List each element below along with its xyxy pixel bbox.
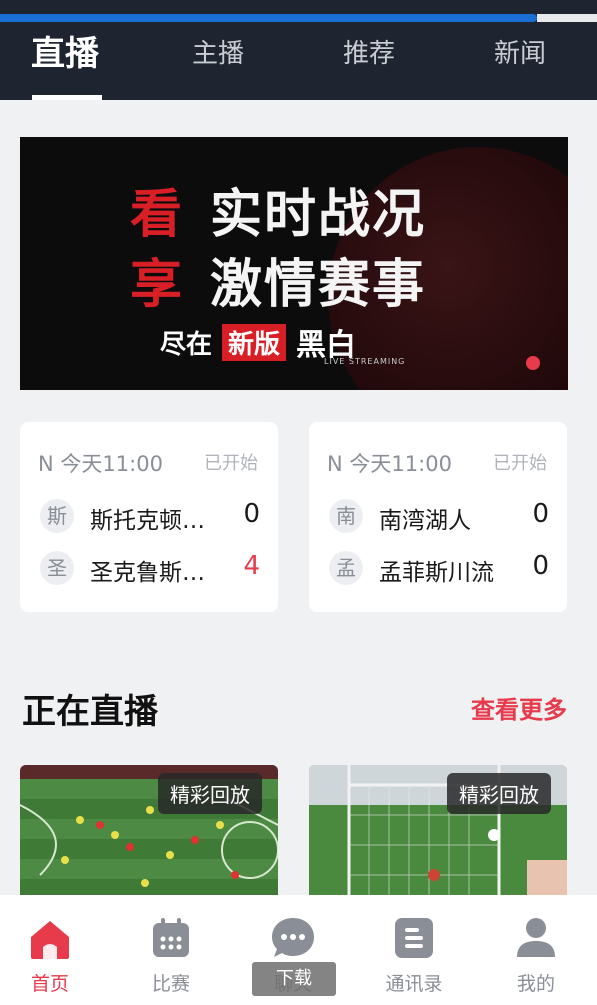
live-stream-card[interactable]: 精彩回放 — [20, 765, 278, 895]
team-name: 圣克鲁斯… — [90, 560, 205, 586]
team-score: 0 — [532, 551, 549, 581]
tab-active-indicator — [32, 95, 102, 100]
match-header: N 今天11:00 — [38, 448, 163, 478]
download-button[interactable]: 下载 — [252, 962, 336, 996]
home-icon — [27, 915, 73, 961]
team-score: 0 — [532, 499, 549, 529]
user-icon — [513, 915, 559, 961]
team-score: 0 — [243, 499, 260, 529]
match-header: N 今天11:00 — [327, 448, 452, 478]
carousel-indicator-dot[interactable] — [526, 356, 540, 370]
team-avatar: 孟 — [329, 551, 363, 585]
match-status: 已开始 — [204, 453, 258, 474]
tab-live[interactable]: 直播 — [20, 22, 110, 100]
league-code: N — [38, 452, 54, 476]
view-more-link[interactable]: 查看更多 — [471, 690, 567, 725]
team-row: 南 南湾湖人 0 — [329, 497, 549, 537]
team-name: 斯托克顿… — [90, 508, 205, 534]
banner-tag-new: 新版 — [222, 323, 287, 361]
tab-anchors[interactable]: 主播 — [176, 22, 260, 100]
team-avatar: 南 — [329, 499, 363, 533]
top-nav: 直播 主播 推荐 新闻 — [0, 22, 597, 100]
match-card[interactable]: N 今天11:00 已开始 斯 斯托克顿… 0 圣 圣克鲁斯… 4 — [20, 422, 278, 612]
league-code: N — [327, 452, 343, 476]
tab-recommend-label: 推荐 — [342, 39, 395, 69]
bottom-tab-label: 我的 — [516, 973, 555, 995]
chat-icon — [270, 915, 316, 961]
replay-badge: 精彩回放 — [447, 773, 551, 814]
banner-line-1: 看实时战况 — [130, 185, 427, 245]
team-name: 南湾湖人 — [379, 508, 471, 534]
progress-fill — [0, 14, 537, 22]
promo-banner[interactable]: 看实时战况 享激情赛事 尽在 新版 黑白 LIVE STREAMING — [20, 137, 568, 390]
live-stream-card[interactable]: 精彩回放 — [309, 765, 567, 895]
tab-live-label: 直播 — [31, 34, 99, 74]
banner-tag-pre: 尽在 — [160, 329, 213, 360]
contacts-icon — [391, 915, 437, 961]
tab-news[interactable]: 新闻 — [478, 22, 562, 100]
bottom-tab-label: 通讯录 — [385, 973, 443, 995]
team-avatar: 圣 — [40, 551, 74, 585]
tab-news-label: 新闻 — [493, 39, 546, 69]
banner-brand-sub: LIVE STREAMING — [324, 357, 406, 366]
bottom-tab-label: 比赛 — [151, 973, 190, 995]
team-row: 孟 孟菲斯川流 0 — [329, 549, 549, 589]
bottom-tab-home[interactable]: 首页 — [10, 915, 90, 996]
section-title-live: 正在直播 — [22, 692, 158, 732]
banner-tagline: 尽在 新版 黑白 — [160, 322, 356, 363]
tab-anchors-label: 主播 — [191, 39, 244, 69]
team-row: 斯 斯托克顿… 0 — [40, 497, 260, 537]
bottom-tab-contacts[interactable]: 通讯录 — [374, 915, 454, 996]
banner-line-2: 享激情赛事 — [130, 255, 427, 315]
page-progress-bar — [0, 0, 597, 22]
team-name: 孟菲斯川流 — [379, 560, 494, 586]
replay-badge: 精彩回放 — [158, 773, 262, 814]
match-time: 今天11:00 — [60, 452, 163, 476]
team-avatar: 斯 — [40, 499, 74, 533]
match-card[interactable]: N 今天11:00 已开始 南 南湾湖人 0 孟 孟菲斯川流 0 — [309, 422, 567, 612]
bottom-tab-label: 首页 — [30, 973, 69, 995]
match-time: 今天11:00 — [349, 452, 452, 476]
calendar-icon — [148, 915, 194, 961]
team-row: 圣 圣克鲁斯… 4 — [40, 549, 260, 589]
team-score: 4 — [243, 551, 260, 581]
match-status: 已开始 — [493, 453, 547, 474]
bottom-tab-matches[interactable]: 比赛 — [131, 915, 211, 996]
tab-recommend[interactable]: 推荐 — [327, 22, 411, 100]
bottom-tab-me[interactable]: 我的 — [496, 915, 576, 996]
progress-track — [537, 14, 597, 22]
